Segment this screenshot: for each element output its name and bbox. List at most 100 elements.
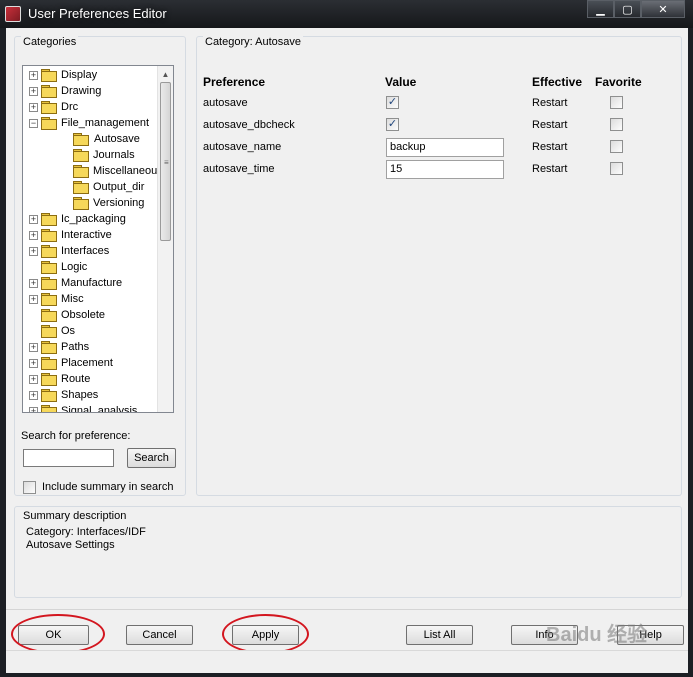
list-all-button[interactable]: List All xyxy=(406,625,473,645)
tree-item[interactable]: + Interfaces xyxy=(29,243,109,259)
status-strip xyxy=(6,650,688,673)
tree-item[interactable]: Logic xyxy=(29,259,87,275)
tree-item-label: Interactive xyxy=(61,229,112,241)
watermark: Baidu 经验 xyxy=(546,624,648,646)
app-icon xyxy=(5,6,21,22)
folder-icon xyxy=(41,373,57,386)
expand-icon[interactable]: + xyxy=(29,406,38,412)
folder-icon xyxy=(41,245,57,258)
tree-item[interactable]: + Display xyxy=(29,67,97,83)
tree-item-label: Versioning xyxy=(93,197,145,209)
close-button[interactable]: ✕ xyxy=(641,0,685,18)
tree-item-label: Misc xyxy=(61,293,84,305)
minimize-button[interactable]: ▁ xyxy=(587,0,614,18)
category-name: Autosave xyxy=(255,36,302,48)
tree-item[interactable]: + Misc xyxy=(29,291,84,307)
favorite-checkbox[interactable] xyxy=(610,140,623,153)
tree-item[interactable]: − File_management xyxy=(29,115,149,131)
expand-icon[interactable]: + xyxy=(29,214,38,224)
tree-item[interactable]: + Route xyxy=(29,371,90,387)
tree-item[interactable]: + Placement xyxy=(29,355,113,371)
tree-item[interactable]: + Signal_analysis xyxy=(29,403,138,413)
maximize-button[interactable]: ▢ xyxy=(614,0,641,18)
tree-item[interactable]: + Paths xyxy=(29,339,89,355)
expand-icon[interactable]: + xyxy=(29,358,38,368)
window-title: User Preferences Editor xyxy=(28,6,167,21)
folder-icon xyxy=(73,181,89,194)
preference-name: autosave_time xyxy=(203,163,275,175)
expand-icon[interactable]: + xyxy=(29,102,38,112)
value-column-header: Value xyxy=(385,75,417,89)
tree-item[interactable]: + Ic_packaging xyxy=(29,211,126,227)
autosave-value-checkbox[interactable]: ✓ xyxy=(386,96,399,109)
tree-item[interactable]: Os xyxy=(29,323,75,339)
folder-icon xyxy=(41,293,57,306)
folder-icon xyxy=(73,133,89,146)
category-label: Category: xyxy=(205,36,253,48)
tree-item[interactable]: Journals xyxy=(61,147,135,163)
dialog-body: Categories + Display + Drawing + Drc − File_man… xyxy=(6,28,688,673)
folder-icon xyxy=(41,213,57,226)
expand-icon[interactable]: + xyxy=(29,294,38,304)
favorite-checkbox[interactable] xyxy=(610,96,623,109)
title-bar[interactable]: User Preferences Editor ▁ ▢ ✕ xyxy=(0,0,693,28)
tree-item-label: Interfaces xyxy=(61,245,110,257)
folder-icon xyxy=(41,405,57,412)
tree-item[interactable]: + Interactive xyxy=(29,227,112,243)
tree-item-label: Autosave xyxy=(93,133,141,145)
category-tree[interactable]: + Display + Drawing + Drc − File_management Auto… xyxy=(22,65,174,413)
ok-highlight-oval xyxy=(11,614,105,654)
category-header: Category: Autosave xyxy=(203,36,304,48)
folder-icon xyxy=(73,165,89,178)
expand-icon[interactable]: + xyxy=(29,342,38,352)
tree-item[interactable]: Autosave xyxy=(61,131,141,147)
folder-icon xyxy=(41,229,57,242)
separator xyxy=(6,609,688,610)
tree-item-label: Paths xyxy=(61,341,90,353)
summary-group-label: Summary description xyxy=(21,510,129,522)
autosave-name-field[interactable]: backup xyxy=(386,138,504,157)
expand-icon[interactable]: + xyxy=(29,374,38,384)
tree-item-label: Signal_analysis xyxy=(61,405,138,413)
tree-scrollbar[interactable]: ▲ ≡ xyxy=(157,66,173,412)
cancel-button[interactable]: Cancel xyxy=(126,625,193,645)
autosave-dbcheck-value-checkbox[interactable]: ✓ xyxy=(386,118,399,131)
folder-icon xyxy=(41,341,57,354)
expand-icon[interactable]: + xyxy=(29,278,38,288)
favorite-checkbox[interactable] xyxy=(610,162,623,175)
folder-icon xyxy=(41,309,57,322)
tree-item[interactable]: Obsolete xyxy=(29,307,105,323)
search-input[interactable] xyxy=(23,449,114,467)
categories-group-label: Categories xyxy=(21,36,79,48)
tree-item[interactable]: Miscellaneous xyxy=(61,163,163,179)
collapse-icon[interactable]: − xyxy=(29,118,38,128)
tree-item[interactable]: + Drawing xyxy=(29,83,101,99)
expand-icon[interactable]: + xyxy=(29,246,38,256)
expand-icon[interactable]: + xyxy=(29,70,38,80)
folder-icon xyxy=(41,101,57,114)
tree-item-label: Shapes xyxy=(61,389,99,401)
tree-item[interactable]: Versioning xyxy=(61,195,144,211)
include-summary-checkbox[interactable] xyxy=(23,481,36,494)
favorite-column-header: Favorite xyxy=(595,75,642,89)
scroll-thumb[interactable]: ≡ xyxy=(160,82,171,241)
tree-item[interactable]: Output_dir xyxy=(61,179,144,195)
folder-icon xyxy=(73,149,89,162)
summary-group: Summary description xyxy=(14,506,682,598)
tree-item[interactable]: + Shapes xyxy=(29,387,98,403)
search-button[interactable]: Search xyxy=(127,448,176,468)
autosave-time-field[interactable]: 15 xyxy=(386,160,504,179)
tree-item[interactable]: + Drc xyxy=(29,99,78,115)
scroll-up-arrow-icon[interactable]: ▲ xyxy=(158,66,173,82)
favorite-checkbox[interactable] xyxy=(610,118,623,131)
preferences-group: Category: Autosave Preference Value Effe… xyxy=(196,36,682,496)
folder-icon xyxy=(41,69,57,82)
tree-item[interactable]: + Manufacture xyxy=(29,275,122,291)
expand-icon[interactable]: + xyxy=(29,230,38,240)
expand-icon[interactable]: + xyxy=(29,86,38,96)
folder-icon xyxy=(41,85,57,98)
apply-highlight-oval xyxy=(222,614,309,654)
expand-icon[interactable]: + xyxy=(29,390,38,400)
folder-icon xyxy=(41,117,57,130)
summary-category: Category: Interfaces/IDF xyxy=(26,526,146,538)
